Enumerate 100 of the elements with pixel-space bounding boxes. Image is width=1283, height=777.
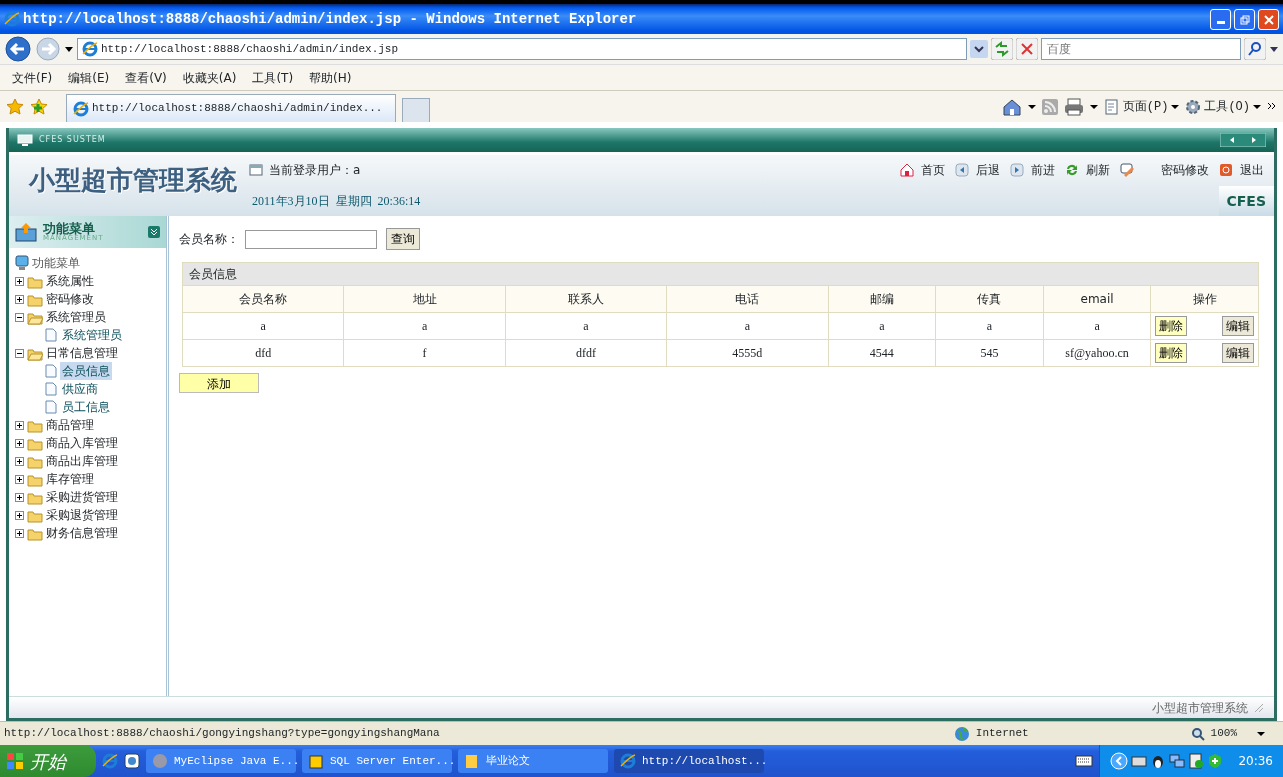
tree-item[interactable]: 会员信息 [60,362,112,380]
more-icon[interactable] [1267,101,1277,112]
command-button[interactable]: 页面(P) [1122,97,1169,116]
tree-item[interactable]: 供应商 [60,380,100,398]
favorites-star-icon[interactable] [6,97,24,116]
tree-item[interactable]: 商品出库管理 [46,452,118,470]
tray-icon[interactable] [1131,753,1148,769]
expand-icon[interactable] [15,276,24,286]
stop-icon[interactable] [1016,38,1038,60]
dropdown-icon[interactable] [64,45,74,53]
minimize-button[interactable] [1210,8,1231,30]
table-cell: a [343,312,506,340]
taskbar-button[interactable]: 毕业论文 [458,749,608,773]
collapse-icon[interactable] [15,312,24,322]
column-header: email [1043,285,1151,313]
nav-link[interactable]: 首页 [917,161,949,179]
search-options-icon[interactable] [1269,45,1279,53]
expand-icon[interactable] [15,294,24,304]
add-button[interactable]: 添加 [179,373,259,393]
dropdown-icon[interactable] [1089,103,1098,110]
tree-item[interactable]: 员工信息 [60,398,112,416]
close-button[interactable] [1258,8,1279,30]
expand-icon[interactable] [15,474,24,484]
dropdown-icon[interactable] [1253,103,1261,110]
browser-tab[interactable]: http://localhost:8888/chaoshi/admin/index... [66,94,396,122]
tree-item[interactable]: 财务信息管理 [46,524,118,542]
menu-item[interactable]: 帮助(H) [301,68,360,87]
tree-item[interactable]: 采购进货管理 [46,488,118,506]
tree-item[interactable]: 系统管理员 [46,308,106,326]
computer-icon [15,255,29,271]
expand-icon[interactable] [15,528,24,538]
tree-root[interactable]: 功能菜单 [32,254,80,272]
document-icon [45,382,57,396]
zoom-level[interactable]: 100% [1210,725,1237,742]
tree-item[interactable]: 采购退货管理 [46,506,118,524]
nav-link[interactable]: 密码修改 [1137,161,1213,179]
tree-item[interactable]: 库存管理 [46,470,94,488]
menu-item[interactable]: 工具(T) [244,68,302,87]
restore-icon [1239,14,1250,25]
expand-icon[interactable] [15,456,24,466]
current-user: 当前登录用户：a [269,162,362,179]
expand-icon[interactable] [15,492,24,502]
tree-item[interactable]: 系统管理员 [60,326,124,344]
tree-item[interactable]: 商品入库管理 [46,434,118,452]
exit-icon[interactable] [1219,163,1233,177]
tree-item[interactable]: 密码修改 [46,290,94,308]
zoom-icon[interactable] [1190,726,1205,741]
upload-box-icon [15,222,37,242]
nav-link[interactable]: 刷新 [1082,161,1114,179]
taskbar-button[interactable]: MyEclipse Java E... [146,749,296,773]
command-button[interactable]: 工具(O) [1204,97,1250,116]
expand-icon[interactable] [15,438,24,448]
expand-icon[interactable] [15,420,24,430]
column-header: 传真 [935,285,1044,313]
member-name-field[interactable] [245,229,377,249]
add-favorite-icon[interactable] [30,97,48,116]
expand-icon[interactable] [15,510,24,520]
menu-item[interactable]: 文件(F) [4,68,61,87]
home-icon[interactable] [900,163,914,177]
print-icon[interactable] [1063,97,1084,116]
app-icon[interactable] [124,753,140,769]
scroll-buttons-icon[interactable] [1220,133,1266,147]
status-text: http://localhost:8888/chaoshi/gongyingshang?type=gongyingshangMana [4,726,441,742]
browser-icon[interactable] [102,753,118,769]
refresh-icon[interactable] [1065,163,1079,177]
menu-item[interactable]: 编辑(E) [60,68,118,87]
taskbar-button[interactable]: SQL Server Enter... [302,749,452,773]
nav-link[interactable]: 退出 [1236,161,1268,179]
tree-item[interactable]: 系统属性 [46,272,94,290]
search-field[interactable]: 百度 [1041,38,1241,60]
back-icon[interactable] [955,163,969,177]
restore-button[interactable] [1234,8,1255,30]
search-icon[interactable] [1244,38,1266,60]
address-dropdown-icon[interactable] [970,40,988,58]
address-field[interactable]: http://localhost:8888/chaoshi/admin/index.jsp [77,38,967,60]
tree-item[interactable]: 商品管理 [46,416,94,434]
nav-link[interactable]: 后退 [972,161,1004,179]
forward-icon[interactable] [1010,163,1024,177]
collapse-icon[interactable] [15,348,24,358]
edit-icon[interactable] [1120,163,1134,177]
gear-icon [1185,98,1202,115]
query-button[interactable]: 查询 [386,228,420,250]
menu-item[interactable]: 收藏夹(A) [174,68,245,87]
taskbar-button[interactable]: http://localhost... [614,749,764,773]
shield-icon[interactable] [1207,753,1224,769]
network-icon[interactable] [1169,753,1186,769]
dropdown-icon[interactable] [1171,103,1180,110]
start-button[interactable]: 开始 [0,745,96,777]
home-icon[interactable] [1001,97,1022,116]
dropdown-icon[interactable] [1027,103,1036,110]
nav-link[interactable]: 前进 [1027,161,1059,179]
delete-button[interactable]: 删除 [1155,316,1188,336]
menu-item[interactable]: 查看(V) [117,68,175,87]
edit-button[interactable]: 编辑 [1222,343,1254,363]
back-button[interactable] [4,35,32,63]
expand-tray-icon[interactable] [1110,752,1129,770]
delete-button[interactable]: 删除 [1155,343,1188,363]
tree-item[interactable]: 日常信息管理 [46,344,118,362]
edit-button[interactable]: 编辑 [1222,316,1254,336]
dropdown-icon[interactable] [1257,730,1265,737]
